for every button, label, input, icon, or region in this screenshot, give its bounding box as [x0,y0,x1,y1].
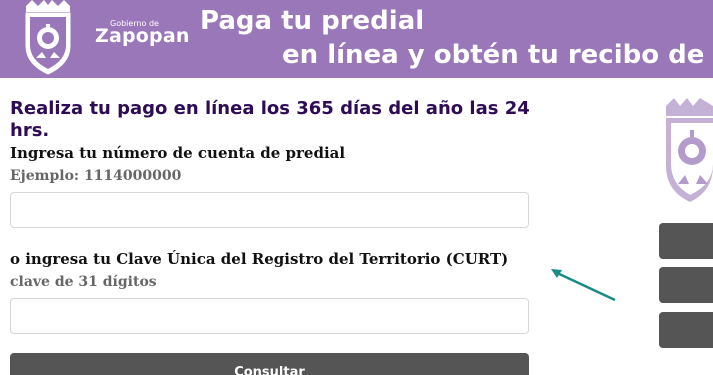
headline-line-1: Paga tu predial [200,6,425,36]
page-title: Realiza tu pago en línea los 365 días de… [10,98,530,141]
side-menu-button[interactable] [659,267,713,303]
account-label: Ingresa tu número de cuenta de predial [10,144,346,162]
arrow-icon [551,269,616,302]
curt-input[interactable] [10,298,529,334]
zapopan-shield-icon [666,98,713,202]
logo-title: Zapopan [95,25,190,47]
zapopan-shield-icon [25,0,71,75]
side-menu-button[interactable] [659,223,713,259]
consultar-button[interactable]: Consultar [10,353,529,375]
side-menu-button[interactable] [659,312,713,348]
header-banner: Gobierno de Zapopan Paga tu predial en l… [0,0,713,78]
account-number-input[interactable] [10,192,529,228]
curt-label: o ingresa tu Clave Única del Registro de… [10,250,509,268]
headline-line-2: en línea y obtén tu recibo de pago [282,40,713,70]
curt-hint: clave de 31 dígitos [10,274,157,290]
account-hint: Ejemplo: 1114000000 [10,168,182,184]
